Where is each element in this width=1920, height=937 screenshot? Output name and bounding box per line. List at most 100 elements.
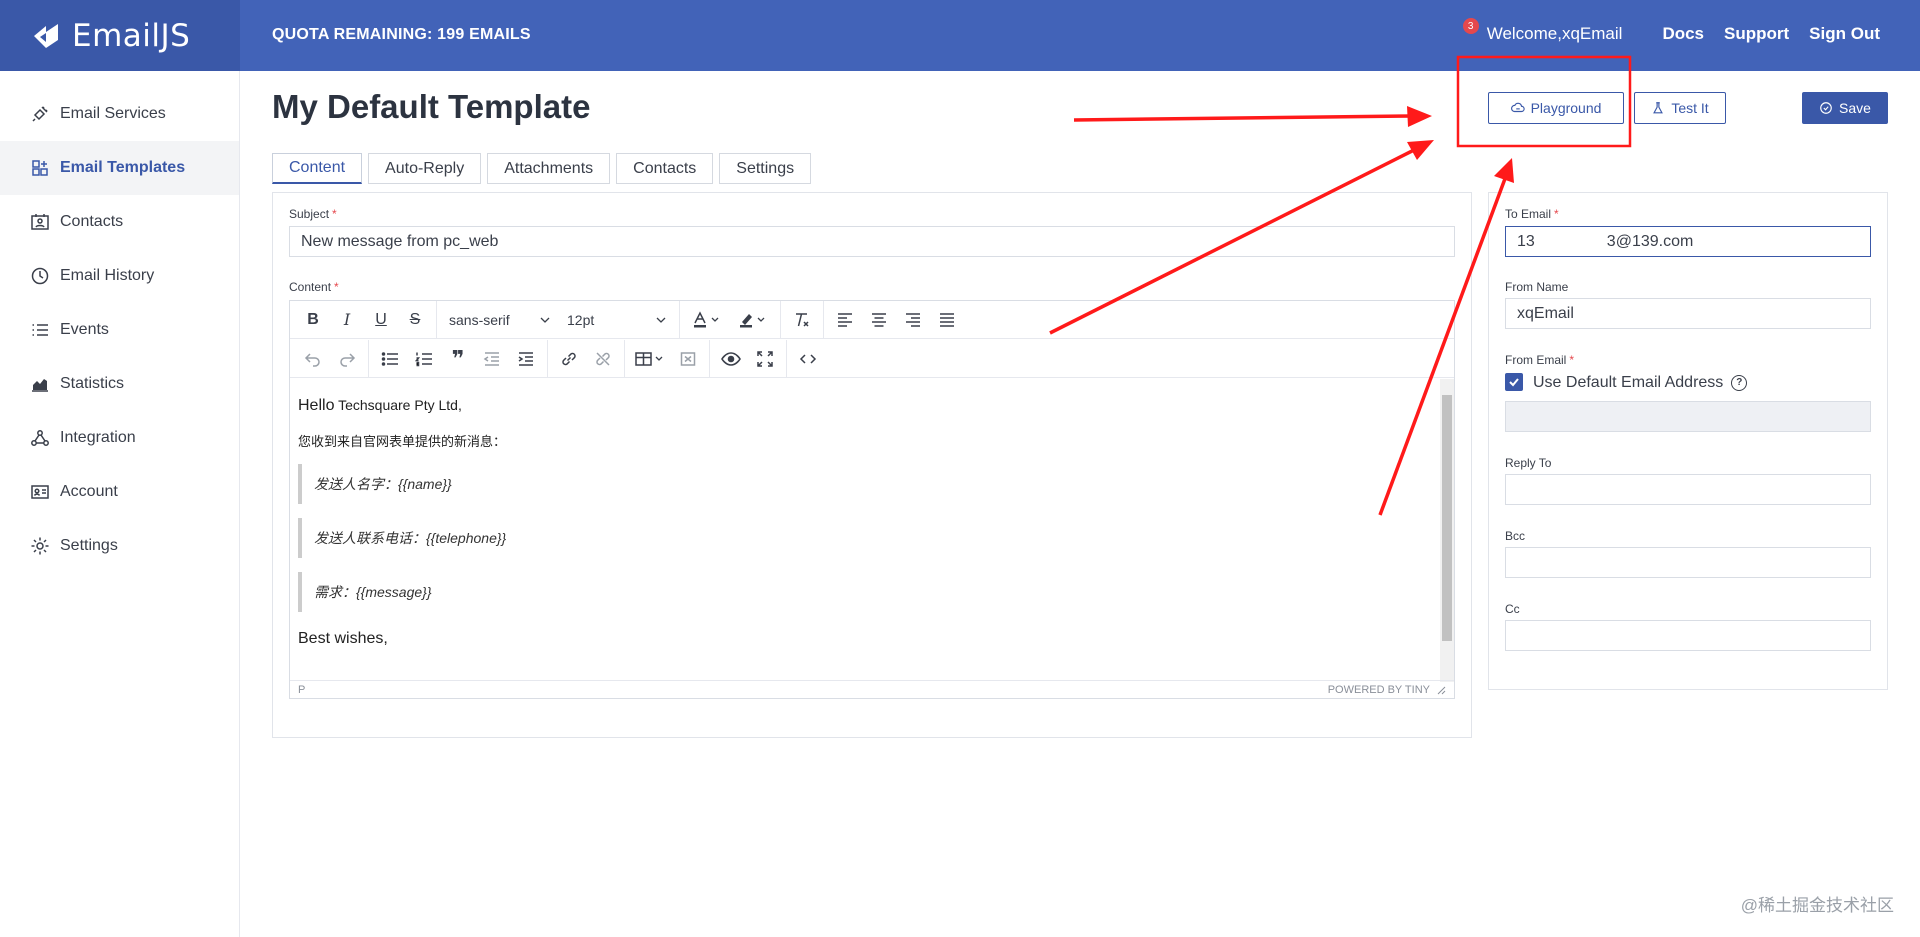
align-right-button[interactable] xyxy=(896,305,930,335)
justify-button[interactable] xyxy=(930,305,964,335)
sidebar-item-events[interactable]: Events xyxy=(0,303,239,357)
greeting-line: Hello Techsquare Pty Ltd, xyxy=(298,397,1432,415)
check-circle-icon xyxy=(1820,102,1832,114)
docs-link[interactable]: Docs xyxy=(1662,24,1704,44)
blockquote-button[interactable]: ❞ xyxy=(441,344,475,374)
test-it-button[interactable]: Test It xyxy=(1634,92,1726,124)
strikethrough-button[interactable]: S xyxy=(398,305,432,335)
sidebar-item-integration[interactable]: Integration xyxy=(0,411,239,465)
outdent-button[interactable] xyxy=(475,344,509,374)
insert-link-button[interactable] xyxy=(552,344,586,374)
tab-attachments[interactable]: Attachments xyxy=(487,153,611,184)
sidebar-item-statistics[interactable]: Statistics xyxy=(0,357,239,411)
align-left-button[interactable] xyxy=(828,305,862,335)
welcome: 3 Welcome, xqEmail xyxy=(1462,18,1622,44)
cc-input[interactable] xyxy=(1505,620,1871,651)
sidebar-item-email-services[interactable]: Email Services xyxy=(0,87,239,141)
font-size-select[interactable]: 12pt xyxy=(559,305,675,335)
powered-by-tiny[interactable]: POWERED BY TINY xyxy=(1328,684,1430,696)
toolbar-divider xyxy=(780,300,781,339)
redo-icon xyxy=(340,352,356,367)
delete-table-button[interactable] xyxy=(671,344,705,374)
notification-badge[interactable]: 3 xyxy=(1462,18,1479,34)
highlight-color-button[interactable] xyxy=(730,305,776,335)
from-name-input[interactable]: xqEmail xyxy=(1505,298,1871,329)
editor-scrollbar[interactable] xyxy=(1440,379,1454,682)
send-settings-panel xyxy=(1488,192,1888,690)
tab-contacts[interactable]: Contacts xyxy=(616,153,714,184)
italic-button[interactable]: I xyxy=(330,305,364,335)
unlink-button[interactable] xyxy=(586,344,620,374)
sidebar-item-label: Email History xyxy=(60,267,155,284)
clear-format-icon xyxy=(796,312,809,327)
underline-button[interactable]: U xyxy=(364,305,398,335)
redo-button[interactable] xyxy=(330,344,364,374)
tab-settings[interactable]: Settings xyxy=(719,153,812,184)
sidebar-item-label: Account xyxy=(60,483,118,500)
text-color-button[interactable] xyxy=(684,305,730,335)
logo-text: EmailJS xyxy=(72,17,191,54)
scrollbar-thumb[interactable] xyxy=(1442,395,1452,641)
resize-handle-icon[interactable] xyxy=(1436,685,1446,695)
tab-content[interactable]: Content xyxy=(272,153,363,184)
tab-auto-reply[interactable]: Auto-Reply xyxy=(368,153,482,184)
sidebar-item-contacts[interactable]: Contacts xyxy=(0,195,239,249)
sidebar-item-settings[interactable]: Settings xyxy=(0,519,239,573)
toolbar-divider xyxy=(436,300,437,339)
sidebar-item-label: Email Services xyxy=(60,105,166,122)
preview-button[interactable] xyxy=(714,344,748,374)
bcc-input[interactable] xyxy=(1505,547,1871,578)
page-title: My Default Template xyxy=(272,88,591,125)
use-default-email-label[interactable]: Use Default Email Address xyxy=(1533,374,1723,392)
sidebar-item-email-history[interactable]: Email History xyxy=(0,249,239,303)
clear-formatting-button[interactable] xyxy=(785,305,819,335)
align-left-icon xyxy=(838,312,852,327)
code-icon xyxy=(799,353,817,364)
subject-input[interactable]: New message from pc_web xyxy=(289,226,1455,257)
chart-icon xyxy=(32,379,48,392)
indent-button[interactable] xyxy=(509,344,543,374)
logo[interactable]: EmailJS xyxy=(0,0,240,71)
insert-table-button[interactable] xyxy=(629,344,671,374)
support-link[interactable]: Support xyxy=(1724,24,1789,44)
editor-toolbar-row-1: B I U S sans-serif 12pt xyxy=(290,300,1454,339)
delete-table-icon xyxy=(680,351,696,366)
flask-icon xyxy=(1653,102,1664,114)
blockquote-telephone: 发送人联系电话：{{telephone}} xyxy=(298,518,1432,558)
bold-button[interactable]: B xyxy=(296,305,330,335)
undo-button[interactable] xyxy=(296,344,330,374)
watermark: @稀土掘金技术社区 xyxy=(1740,896,1894,915)
sidebar: Email Services Email Templates Contacts … xyxy=(0,71,240,937)
to-email-input[interactable]: 13 3@139.com xyxy=(1505,226,1871,257)
to-email-label: To Email * xyxy=(1505,207,1559,221)
test-it-label: Test It xyxy=(1671,100,1709,116)
from-email-input xyxy=(1505,401,1871,432)
align-right-icon xyxy=(906,312,920,327)
plug-icon xyxy=(32,106,48,122)
sign-out-link[interactable]: Sign Out xyxy=(1809,24,1880,44)
font-family-select[interactable]: sans-serif xyxy=(441,305,559,335)
reply-to-label: Reply To xyxy=(1505,456,1552,470)
integration-icon xyxy=(31,430,49,446)
playground-button[interactable]: Playground xyxy=(1488,92,1624,124)
greeting-name: Techsquare Pty Ltd, xyxy=(338,397,462,413)
numbered-list-button[interactable] xyxy=(407,344,441,374)
element-path[interactable]: P xyxy=(298,684,305,696)
fullscreen-button[interactable] xyxy=(748,344,782,374)
bullet-list-button[interactable] xyxy=(373,344,407,374)
sidebar-item-email-templates[interactable]: Email Templates xyxy=(0,141,239,195)
align-center-button[interactable] xyxy=(862,305,896,335)
sidebar-item-account[interactable]: Account xyxy=(0,465,239,519)
help-icon[interactable]: ? xyxy=(1731,375,1748,391)
undo-icon xyxy=(304,352,320,367)
indent-icon xyxy=(518,351,533,366)
bullet-list-icon xyxy=(381,351,398,366)
editor-status-bar: P POWERED BY TINY xyxy=(290,680,1454,698)
toolbar-divider xyxy=(624,339,625,378)
editor-content[interactable]: Hello Techsquare Pty Ltd, 您收到来自官网表单提供的新消… xyxy=(290,379,1440,682)
use-default-email-checkbox[interactable] xyxy=(1505,373,1523,391)
highlighter-icon xyxy=(740,313,765,327)
save-button[interactable]: Save xyxy=(1802,92,1888,124)
reply-to-input[interactable] xyxy=(1505,474,1871,505)
source-code-button[interactable] xyxy=(791,344,825,374)
